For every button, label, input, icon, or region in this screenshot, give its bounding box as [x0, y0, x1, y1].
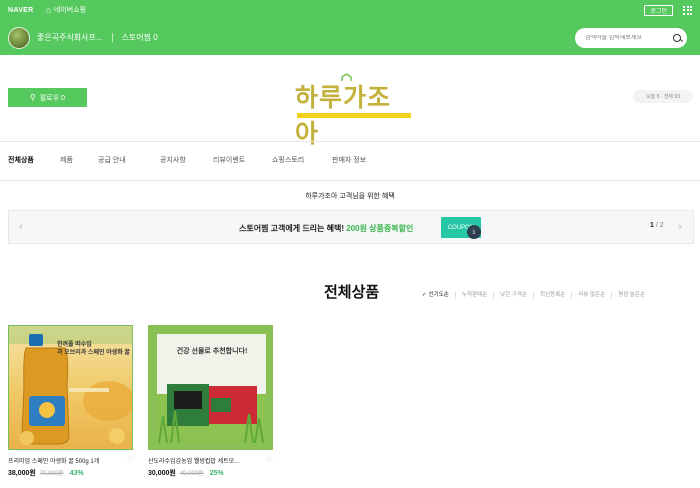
store-search-box[interactable] [575, 27, 687, 48]
price-row: 30,000원 40,000원 25% [148, 468, 273, 478]
heart-icon[interactable]: ♡ [267, 456, 273, 464]
follow-button[interactable]: ⚲ 팔로우 0 [8, 88, 87, 107]
search-input[interactable] [585, 34, 674, 41]
store-zzim-button[interactable]: 스토어찜 0 [122, 32, 158, 43]
search-icon[interactable] [673, 33, 681, 42]
banner-page-current: 1 [650, 222, 654, 229]
shopping-home-label: 네이버쇼핑 [53, 7, 87, 14]
nav-item-all-products[interactable]: 전체상품 [8, 155, 34, 165]
logo-underline [297, 113, 411, 118]
benefit-title: 하루가조아 고객님을 위한 혜택 [305, 193, 395, 200]
product-name[interactable]: 프리미엄 스페인 야생화 꿀 500g 1개 [8, 456, 126, 465]
home-icon: ⌂ [45, 5, 51, 15]
sort-newest[interactable]: 최신등록순 [533, 292, 571, 299]
divider [111, 33, 113, 42]
product-image[interactable]: 한꺼풀 떠수입 과 오브리과 스페인 야생화 꿀 [8, 325, 133, 450]
original-price: 70,000원 [39, 471, 64, 477]
shopping-home-link[interactable]: ⌂ 네이버쇼핑 [45, 5, 86, 15]
nav-item-shopping-story[interactable]: 쇼핑스토리 [272, 155, 304, 165]
discount-rate: 25% [209, 470, 224, 477]
benefit-highlight: 200원 상품중복할인 [346, 224, 414, 233]
product-card[interactable]: 한꺼풀 떠수입 과 오브리과 스페인 야생화 꿀 프리미엄 스페인 야생화 꿀 … [8, 325, 133, 478]
gift-set-illustration [157, 334, 266, 444]
sort-reviews[interactable]: 리뷰 많은순 [571, 292, 611, 299]
thumb-subtitle: 과 오브리과 스페인 야생화 꿀 [57, 350, 130, 356]
sort-options: ✓ 인기도순 누적판매순 낮은 가격순 최신등록순 리뷰 많은순 평점 높은순 [422, 292, 651, 299]
sort-sales[interactable]: 누적판매순 [454, 292, 493, 299]
product-price: 30,000원 [148, 470, 176, 477]
store-avatar[interactable] [8, 26, 30, 49]
benefit-banner[interactable]: ‹ 스토어찜 고객에게 드리는 혜택! 200원 상품중복할인 COUPON › [8, 210, 694, 244]
nav-item-products[interactable]: 제품 [60, 155, 73, 165]
sort-popular[interactable]: ✓ 인기도순 [422, 292, 455, 299]
thumb-title: 한꺼풀 떠수입 [57, 342, 92, 348]
product-name[interactable]: 산도라수입감농업 웰빙컵밥 세트모... [148, 456, 266, 465]
price-row: 38,000원 70,000원 43% [8, 468, 133, 478]
nav-item-notice[interactable]: 공지사항 [160, 155, 186, 165]
benefit-text: 스토어찜 고객에게 드리는 혜택! 200원 상품중복할인 [239, 223, 413, 234]
sort-rating[interactable]: 평점 높은순 [611, 292, 651, 299]
chevron-right-icon[interactable]: › [678, 221, 682, 233]
banner-pagination: 1 / 2 [650, 222, 664, 229]
original-price: 40,000원 [179, 471, 204, 477]
store-logo[interactable]: 하루가조아 [295, 73, 413, 148]
download-icon[interactable]: ⤓ [467, 225, 481, 239]
nav-item-review-event[interactable]: 리뷰이벤트 [213, 155, 245, 165]
product-price: 38,000원 [8, 470, 36, 477]
topbar-right: 로그인 [644, 4, 692, 16]
product-card[interactable]: 건강 선물로 추천합니다! 산도라수입감농업 웰빙컵밥 세트모... ♡ 30,… [148, 325, 273, 478]
follow-label: 팔로우 0 [39, 94, 66, 102]
product-image[interactable]: 건강 선물로 추천합니다! [148, 325, 273, 450]
sort-low-price[interactable]: 낮은 가격순 [493, 292, 533, 299]
nav-item-seller-info[interactable]: 판매자 정보 [332, 155, 366, 165]
heart-icon[interactable]: ♡ [127, 456, 133, 464]
person-plus-icon: ⚲ [29, 93, 36, 102]
check-icon: ✓ [422, 292, 427, 298]
store-name[interactable]: 좋은곡주식회사프... [37, 32, 103, 43]
nav-item-supply[interactable]: 공급 안내 [98, 155, 126, 165]
category-nav: 전체상품 제품 공급 안내 공지사항 리뷰이벤트 쇼핑스토리 판매자 정보 [0, 141, 700, 181]
banner-page-total: / 2 [655, 222, 664, 229]
login-button[interactable]: 로그인 [644, 4, 673, 16]
section-title: 전체상품 [324, 284, 380, 301]
global-top-bar: NAVER ⌂ 네이버쇼핑 로그인 [0, 0, 700, 20]
naver-logo[interactable]: NAVER [8, 7, 33, 14]
thumb-title: 건강 선물로 추천합니다! [176, 348, 248, 355]
grid-icon[interactable] [683, 5, 692, 15]
benefit-text-main: 스토어찜 고객에게 드리는 혜택! [239, 224, 345, 233]
visit-count-badge: 오늘 5 · 전체 93 [633, 90, 693, 103]
discount-rate: 43% [69, 470, 84, 477]
store-header-bar: 좋은곡주식회사프... 스토어찜 0 [0, 20, 700, 55]
chevron-left-icon[interactable]: ‹ [19, 221, 23, 233]
